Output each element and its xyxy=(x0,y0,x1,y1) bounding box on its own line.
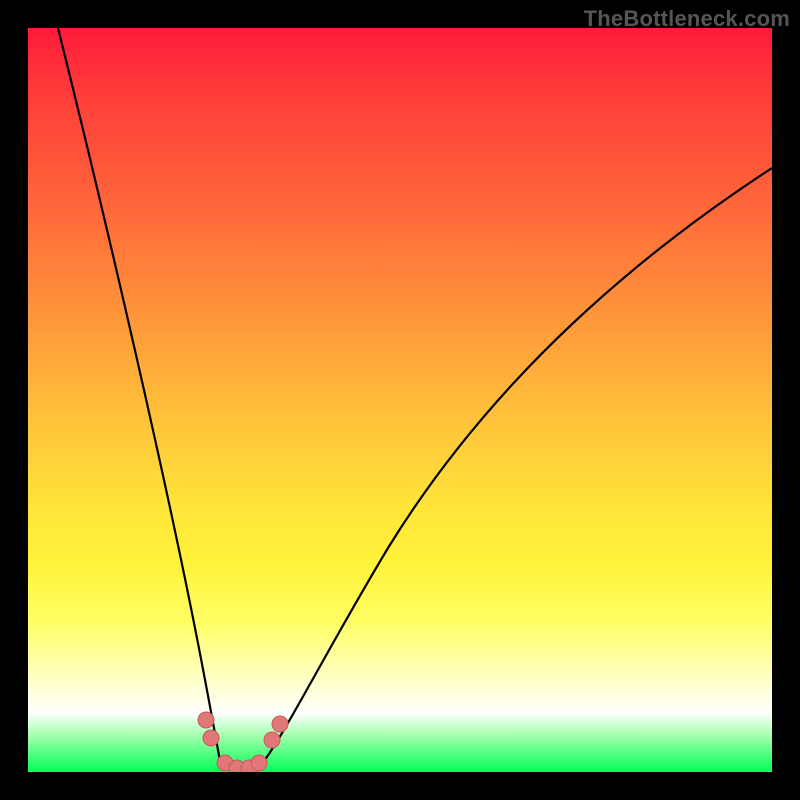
plot-area xyxy=(28,28,772,772)
bead-right-2 xyxy=(272,716,288,732)
bead-right-1 xyxy=(264,732,280,748)
curve-layer xyxy=(28,28,772,772)
watermark-text: TheBottleneck.com xyxy=(584,6,790,32)
bead-floor-4 xyxy=(251,755,267,771)
bead-left-1 xyxy=(198,712,214,728)
bead-left-2 xyxy=(203,730,219,746)
curve-left xyxy=(58,28,220,761)
curve-right xyxy=(264,168,772,761)
